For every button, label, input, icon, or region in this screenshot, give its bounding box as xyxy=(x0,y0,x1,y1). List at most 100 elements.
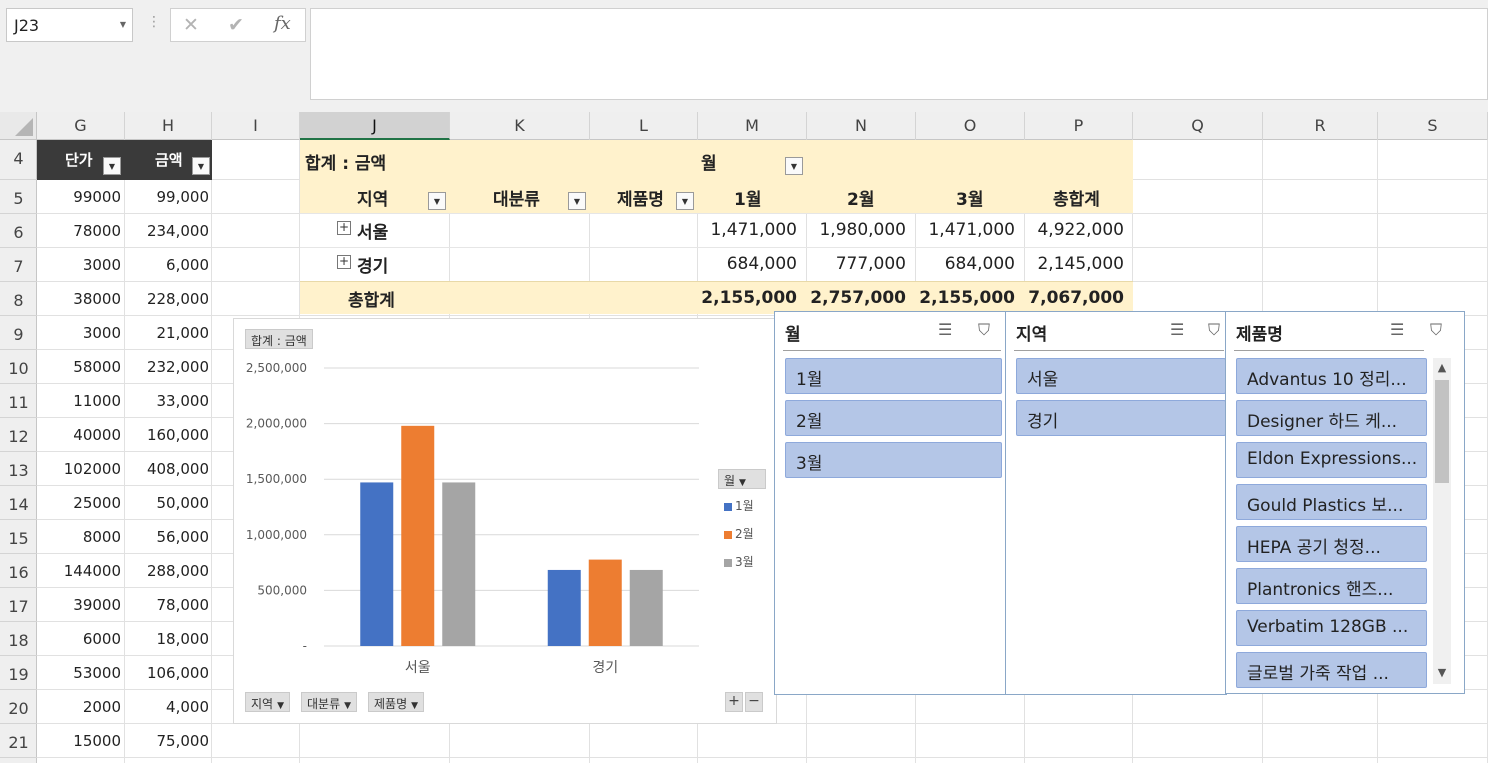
unit-price-cell[interactable]: 99000 xyxy=(37,180,123,214)
amount-cell[interactable]: 56,000 xyxy=(125,520,211,554)
pivot-region-filter-button[interactable]: ▼ xyxy=(428,192,446,210)
slicer-item[interactable]: 글로벌 가죽 작업 ... xyxy=(1236,652,1427,688)
pivot-value-cell[interactable]: 2,145,000 xyxy=(1014,254,1124,274)
insert-function-icon[interactable]: fx xyxy=(274,13,291,34)
pivot-category-filter-button[interactable]: ▼ xyxy=(568,192,586,210)
unit-price-cell[interactable]: 15000 xyxy=(37,724,123,758)
column-header[interactable]: N xyxy=(807,112,916,140)
unit-price-cell[interactable]: 25000 xyxy=(37,486,123,520)
row-header[interactable]: 5 xyxy=(0,180,37,214)
name-box[interactable]: J23 ▼ xyxy=(6,8,133,42)
pivot-product-filter-button[interactable]: ▼ xyxy=(676,192,694,210)
column-header[interactable]: R xyxy=(1263,112,1378,140)
pivot-value-cell[interactable]: 684,000 xyxy=(687,254,797,274)
legend-field-button[interactable]: 월 ▼ xyxy=(718,469,766,489)
legend-item[interactable]: 2월 xyxy=(724,525,754,542)
amount-cell[interactable]: 75,000 xyxy=(125,724,211,758)
multi-select-icon[interactable]: ☰ xyxy=(1170,320,1184,339)
row-header[interactable]: 17 xyxy=(0,588,37,622)
scroll-down-icon[interactable]: ▼ xyxy=(1434,666,1450,679)
column-header[interactable]: J xyxy=(300,112,450,140)
row-header[interactable]: 8 xyxy=(0,282,37,316)
expand-button[interactable]: + xyxy=(337,221,351,235)
slicer-item[interactable]: 서울 xyxy=(1016,358,1226,394)
amount-cell[interactable]: 234,000 xyxy=(125,214,211,248)
filter-dropdown-unit-price[interactable]: ▼ xyxy=(103,157,121,175)
amount-cell[interactable]: 232,000 xyxy=(125,350,211,384)
unit-price-cell[interactable]: 40000 xyxy=(37,418,123,452)
clear-filter-icon[interactable]: ⛉ xyxy=(1208,320,1220,340)
column-header[interactable]: O xyxy=(916,112,1025,140)
slicer-product[interactable]: 제품명 ☰ ⛉ Advantus 10 정리... Designer 하드 케..… xyxy=(1225,311,1465,694)
unit-price-cell[interactable]: 58000 xyxy=(37,350,123,384)
scroll-up-icon[interactable]: ▲ xyxy=(1434,361,1450,374)
slicer-item[interactable]: Plantronics 핸즈... xyxy=(1236,568,1427,604)
amount-cell[interactable]: 18,000 xyxy=(125,622,211,656)
unit-price-cell[interactable]: 2000 xyxy=(37,690,123,724)
unit-price-cell[interactable]: 78000 xyxy=(37,214,123,248)
pivot-value-cell[interactable]: 1,471,000 xyxy=(687,220,797,240)
slicer-scrollbar[interactable]: ▲ ▼ xyxy=(1433,358,1451,684)
axis-field-button-category[interactable]: 대분류 ▼ xyxy=(301,692,358,712)
column-header[interactable]: L xyxy=(590,112,698,140)
row-header[interactable]: 20 xyxy=(0,690,37,724)
slicer-item[interactable]: HEPA 공기 청정... xyxy=(1236,526,1427,562)
row-header[interactable]: 12 xyxy=(0,418,37,452)
amount-cell[interactable]: 288,000 xyxy=(125,554,211,588)
unit-price-cell[interactable]: 3000 xyxy=(37,248,123,282)
unit-price-cell[interactable]: 8000 xyxy=(37,520,123,554)
column-header[interactable]: Q xyxy=(1133,112,1263,140)
legend-item[interactable]: 1월 xyxy=(724,497,754,514)
pivot-value-cell[interactable]: 777,000 xyxy=(796,254,906,274)
column-header[interactable]: P xyxy=(1025,112,1133,140)
row-header[interactable]: 11 xyxy=(0,384,37,418)
pivot-value-cell[interactable]: 4,922,000 xyxy=(1014,220,1124,240)
pivot-grand-total-cell[interactable]: 2,155,000 xyxy=(905,288,1015,308)
cancel-icon[interactable]: ✕ xyxy=(183,14,199,36)
amount-cell[interactable]: 160,000 xyxy=(125,418,211,452)
pivot-column-filter-button[interactable]: ▼ xyxy=(785,157,803,175)
amount-cell[interactable]: 4,000 xyxy=(125,690,211,724)
column-header[interactable]: G xyxy=(37,112,125,140)
unit-price-cell[interactable]: 38000 xyxy=(37,282,123,316)
pivot-row-label[interactable]: 경기 xyxy=(357,252,388,277)
pivot-grand-total-cell[interactable]: 2,757,000 xyxy=(796,288,906,308)
row-header[interactable]: 13 xyxy=(0,452,37,486)
drag-handle-icon[interactable]: ⋮ xyxy=(147,14,161,30)
row-header[interactable]: 7 xyxy=(0,248,37,282)
row-header[interactable]: 9 xyxy=(0,316,37,350)
slicer-item[interactable]: Advantus 10 정리... xyxy=(1236,358,1427,394)
slicer-item[interactable]: Eldon Expressions... xyxy=(1236,442,1427,478)
axis-field-button-product[interactable]: 제품명 ▼ xyxy=(368,692,425,712)
amount-cell[interactable]: 6,000 xyxy=(125,248,211,282)
unit-price-cell[interactable]: 53000 xyxy=(37,656,123,690)
amount-cell[interactable]: 106,000 xyxy=(125,656,211,690)
select-all-button[interactable] xyxy=(0,112,37,140)
pivot-value-cell[interactable]: 1,471,000 xyxy=(905,220,1015,240)
column-header[interactable]: M xyxy=(698,112,807,140)
row-header[interactable]: 16 xyxy=(0,554,37,588)
amount-cell[interactable]: 78,000 xyxy=(125,588,211,622)
unit-price-cell[interactable]: 11000 xyxy=(37,384,123,418)
formula-input[interactable] xyxy=(310,8,1488,100)
row-header[interactable]: 14 xyxy=(0,486,37,520)
pivot-value-cell[interactable]: 684,000 xyxy=(905,254,1015,274)
multi-select-icon[interactable]: ☰ xyxy=(1390,320,1404,339)
filter-dropdown-amount[interactable]: ▼ xyxy=(192,157,210,175)
multi-select-icon[interactable]: ☰ xyxy=(938,320,952,339)
legend-item[interactable]: 3월 xyxy=(724,553,754,570)
enter-icon[interactable]: ✔ xyxy=(228,14,244,36)
pivot-value-cell[interactable]: 1,980,000 xyxy=(796,220,906,240)
pivot-row-label[interactable]: 서울 xyxy=(357,218,388,243)
column-header[interactable]: H xyxy=(125,112,212,140)
column-header[interactable]: I xyxy=(212,112,300,140)
chevron-down-icon[interactable]: ▼ xyxy=(120,20,126,29)
row-header[interactable]: 10 xyxy=(0,350,37,384)
slicer-month[interactable]: 월 ☰ ⛉ 1월 2월 3월 xyxy=(774,311,1007,695)
row-header[interactable]: 18 xyxy=(0,622,37,656)
slicer-item[interactable]: Gould Plastics 보... xyxy=(1236,484,1427,520)
slicer-region[interactable]: 지역 ☰ ⛉ 서울 경기 xyxy=(1005,311,1227,695)
pivot-chart[interactable]: 합계 : 금액 -500,000 1,000,000 1,500,000 2,000,… xyxy=(233,318,777,724)
unit-price-cell[interactable]: 39000 xyxy=(37,588,123,622)
slicer-item[interactable]: Verbatim 128GB ... xyxy=(1236,610,1427,646)
